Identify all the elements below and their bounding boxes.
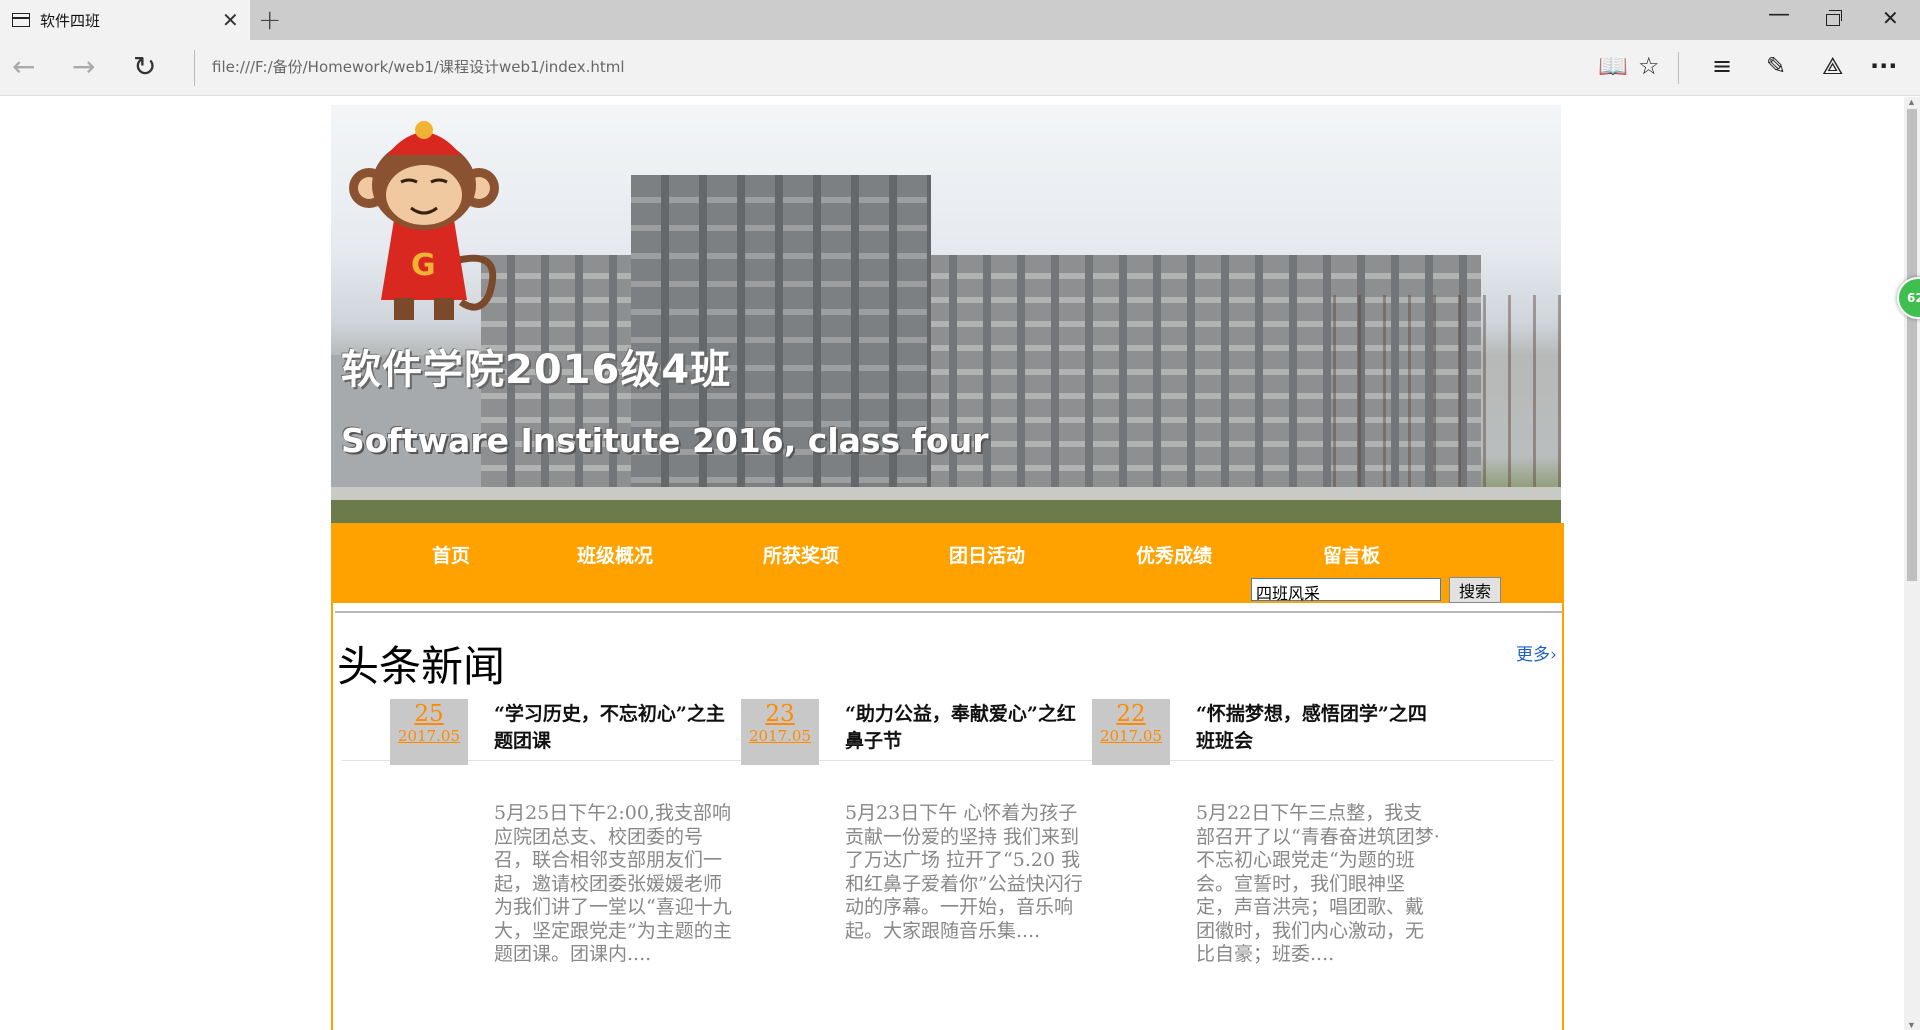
news-date: 22 2017.05 — [1092, 699, 1170, 765]
more-link[interactable]: 更多› — [1516, 640, 1557, 665]
scroll-down-icon[interactable]: ▼ — [1907, 1020, 1916, 1030]
hub-icon[interactable]: ≡ — [1712, 52, 1732, 80]
page-viewport: G 软件学院2016级4班 Software Institute 2016, c… — [0, 97, 1920, 1030]
divider — [194, 50, 195, 86]
news-card: 23 2017.05 “助力公益，奉献爱心”之红鼻子节 5月23日下午 心怀着为… — [741, 699, 1091, 1019]
close-tab-icon[interactable]: ✕ — [222, 8, 239, 32]
nav-item-excellent-results[interactable]: 优秀成绩 — [1136, 541, 1212, 568]
nav-item-home[interactable]: 首页 — [432, 541, 470, 568]
minimize-icon[interactable]: — — [1768, 2, 1790, 27]
page-scrollbar[interactable]: ▲ ▼ — [1904, 97, 1920, 1030]
news-date-month[interactable]: 2017.05 — [1092, 727, 1170, 745]
banner: G 软件学院2016级4班 Software Institute 2016, c… — [331, 105, 1561, 523]
news-title[interactable]: “怀揣梦想，感悟团学”之四班班会 — [1196, 701, 1441, 755]
refresh-icon[interactable]: ↻ — [133, 50, 156, 83]
nav-item-awards[interactable]: 所获奖项 — [763, 541, 839, 568]
browser-tab-bar: 软件四班 ✕ + — ✕ — [0, 0, 1920, 40]
news-date: 25 2017.05 — [390, 699, 468, 765]
browser-toolbar: ← → ↻ file:///F:/备份/Homework/web1/课程设计we… — [0, 40, 1920, 96]
banner-title: 软件学院2016级4班 — [341, 347, 732, 393]
news-card: 25 2017.05 “学习历史，不忘初心”之主题团课 5月25日下午2:00,… — [390, 699, 740, 1019]
headline-news-panel: 头条新闻 更多› 25 2017.05 “学习历史，不忘初心”之主题团课 5月2… — [331, 603, 1564, 1030]
nav-item-class-overview[interactable]: 班级概况 — [577, 541, 653, 568]
news-date-day[interactable]: 23 — [741, 701, 819, 727]
reading-view-icon[interactable]: 📖 — [1598, 52, 1628, 80]
favorite-star-icon[interactable]: ☆ — [1638, 52, 1660, 80]
nav-item-message-board[interactable]: 留言板 — [1323, 541, 1380, 568]
search-button[interactable]: 搜索 — [1449, 577, 1501, 603]
close-window-icon[interactable]: ✕ — [1882, 6, 1899, 30]
banner-photo-trees — [1311, 295, 1561, 495]
news-title[interactable]: “助力公益，奉献爱心”之红鼻子节 — [845, 701, 1090, 755]
new-tab-icon[interactable]: + — [258, 3, 281, 36]
news-summary: 5月25日下午2:00,我支部响应院团总支、校团委的号召，联合相邻支部朋友们一起… — [494, 802, 732, 965]
news-card: 22 2017.05 “怀揣梦想，感悟团学”之四班班会 5月22日下午三点整，我… — [1092, 699, 1442, 1019]
news-summary: 5月23日下午 心怀着为孩子贡献一份爱的坚持 我们来到了万达广场 拉开了“5.2… — [845, 802, 1083, 942]
share-icon[interactable]: ⟁ — [1822, 52, 1843, 80]
more-icon[interactable]: ··· — [1870, 52, 1897, 80]
banner-photo-lawn — [331, 500, 1561, 523]
news-date-day[interactable]: 25 — [390, 701, 468, 727]
scroll-up-icon[interactable]: ▲ — [1907, 97, 1916, 107]
page-icon — [12, 13, 30, 27]
svg-text:G: G — [411, 248, 436, 283]
scroll-thumb[interactable] — [1907, 109, 1917, 581]
address-bar[interactable]: file:///F:/备份/Homework/web1/课程设计web1/ind… — [212, 56, 625, 77]
news-date-month[interactable]: 2017.05 — [390, 727, 468, 745]
restore-icon[interactable] — [1826, 10, 1842, 26]
news-heading: 头条新闻 — [337, 642, 506, 691]
search-input[interactable]: 四班风采 — [1251, 578, 1441, 603]
browser-tab[interactable]: 软件四班 ✕ — [0, 0, 250, 40]
news-date-day[interactable]: 22 — [1092, 701, 1170, 727]
banner-subtitle: Software Institute 2016, class four — [341, 421, 989, 460]
news-summary: 5月22日下午三点整，我支部召开了以“青春奋进筑团梦·不忘初心跟党走“为题的班会… — [1196, 802, 1440, 965]
divider — [335, 611, 1562, 613]
monkey-mascot-icon: G — [349, 121, 499, 320]
tab-title: 软件四班 — [40, 12, 101, 30]
news-date-month[interactable]: 2017.05 — [741, 727, 819, 745]
news-date: 23 2017.05 — [741, 699, 819, 765]
site-navigation: 首页 班级概况 所获奖项 团日活动 优秀成绩 留言板 四班风采 搜索 — [331, 523, 1564, 603]
forward-icon[interactable]: → — [72, 50, 95, 83]
back-icon[interactable]: ← — [12, 50, 35, 83]
divider — [1678, 52, 1679, 84]
news-title[interactable]: “学习历史，不忘初心”之主题团课 — [494, 701, 739, 755]
nav-item-league-activities[interactable]: 团日活动 — [949, 541, 1025, 568]
web-note-icon[interactable]: ✎ — [1766, 52, 1786, 80]
